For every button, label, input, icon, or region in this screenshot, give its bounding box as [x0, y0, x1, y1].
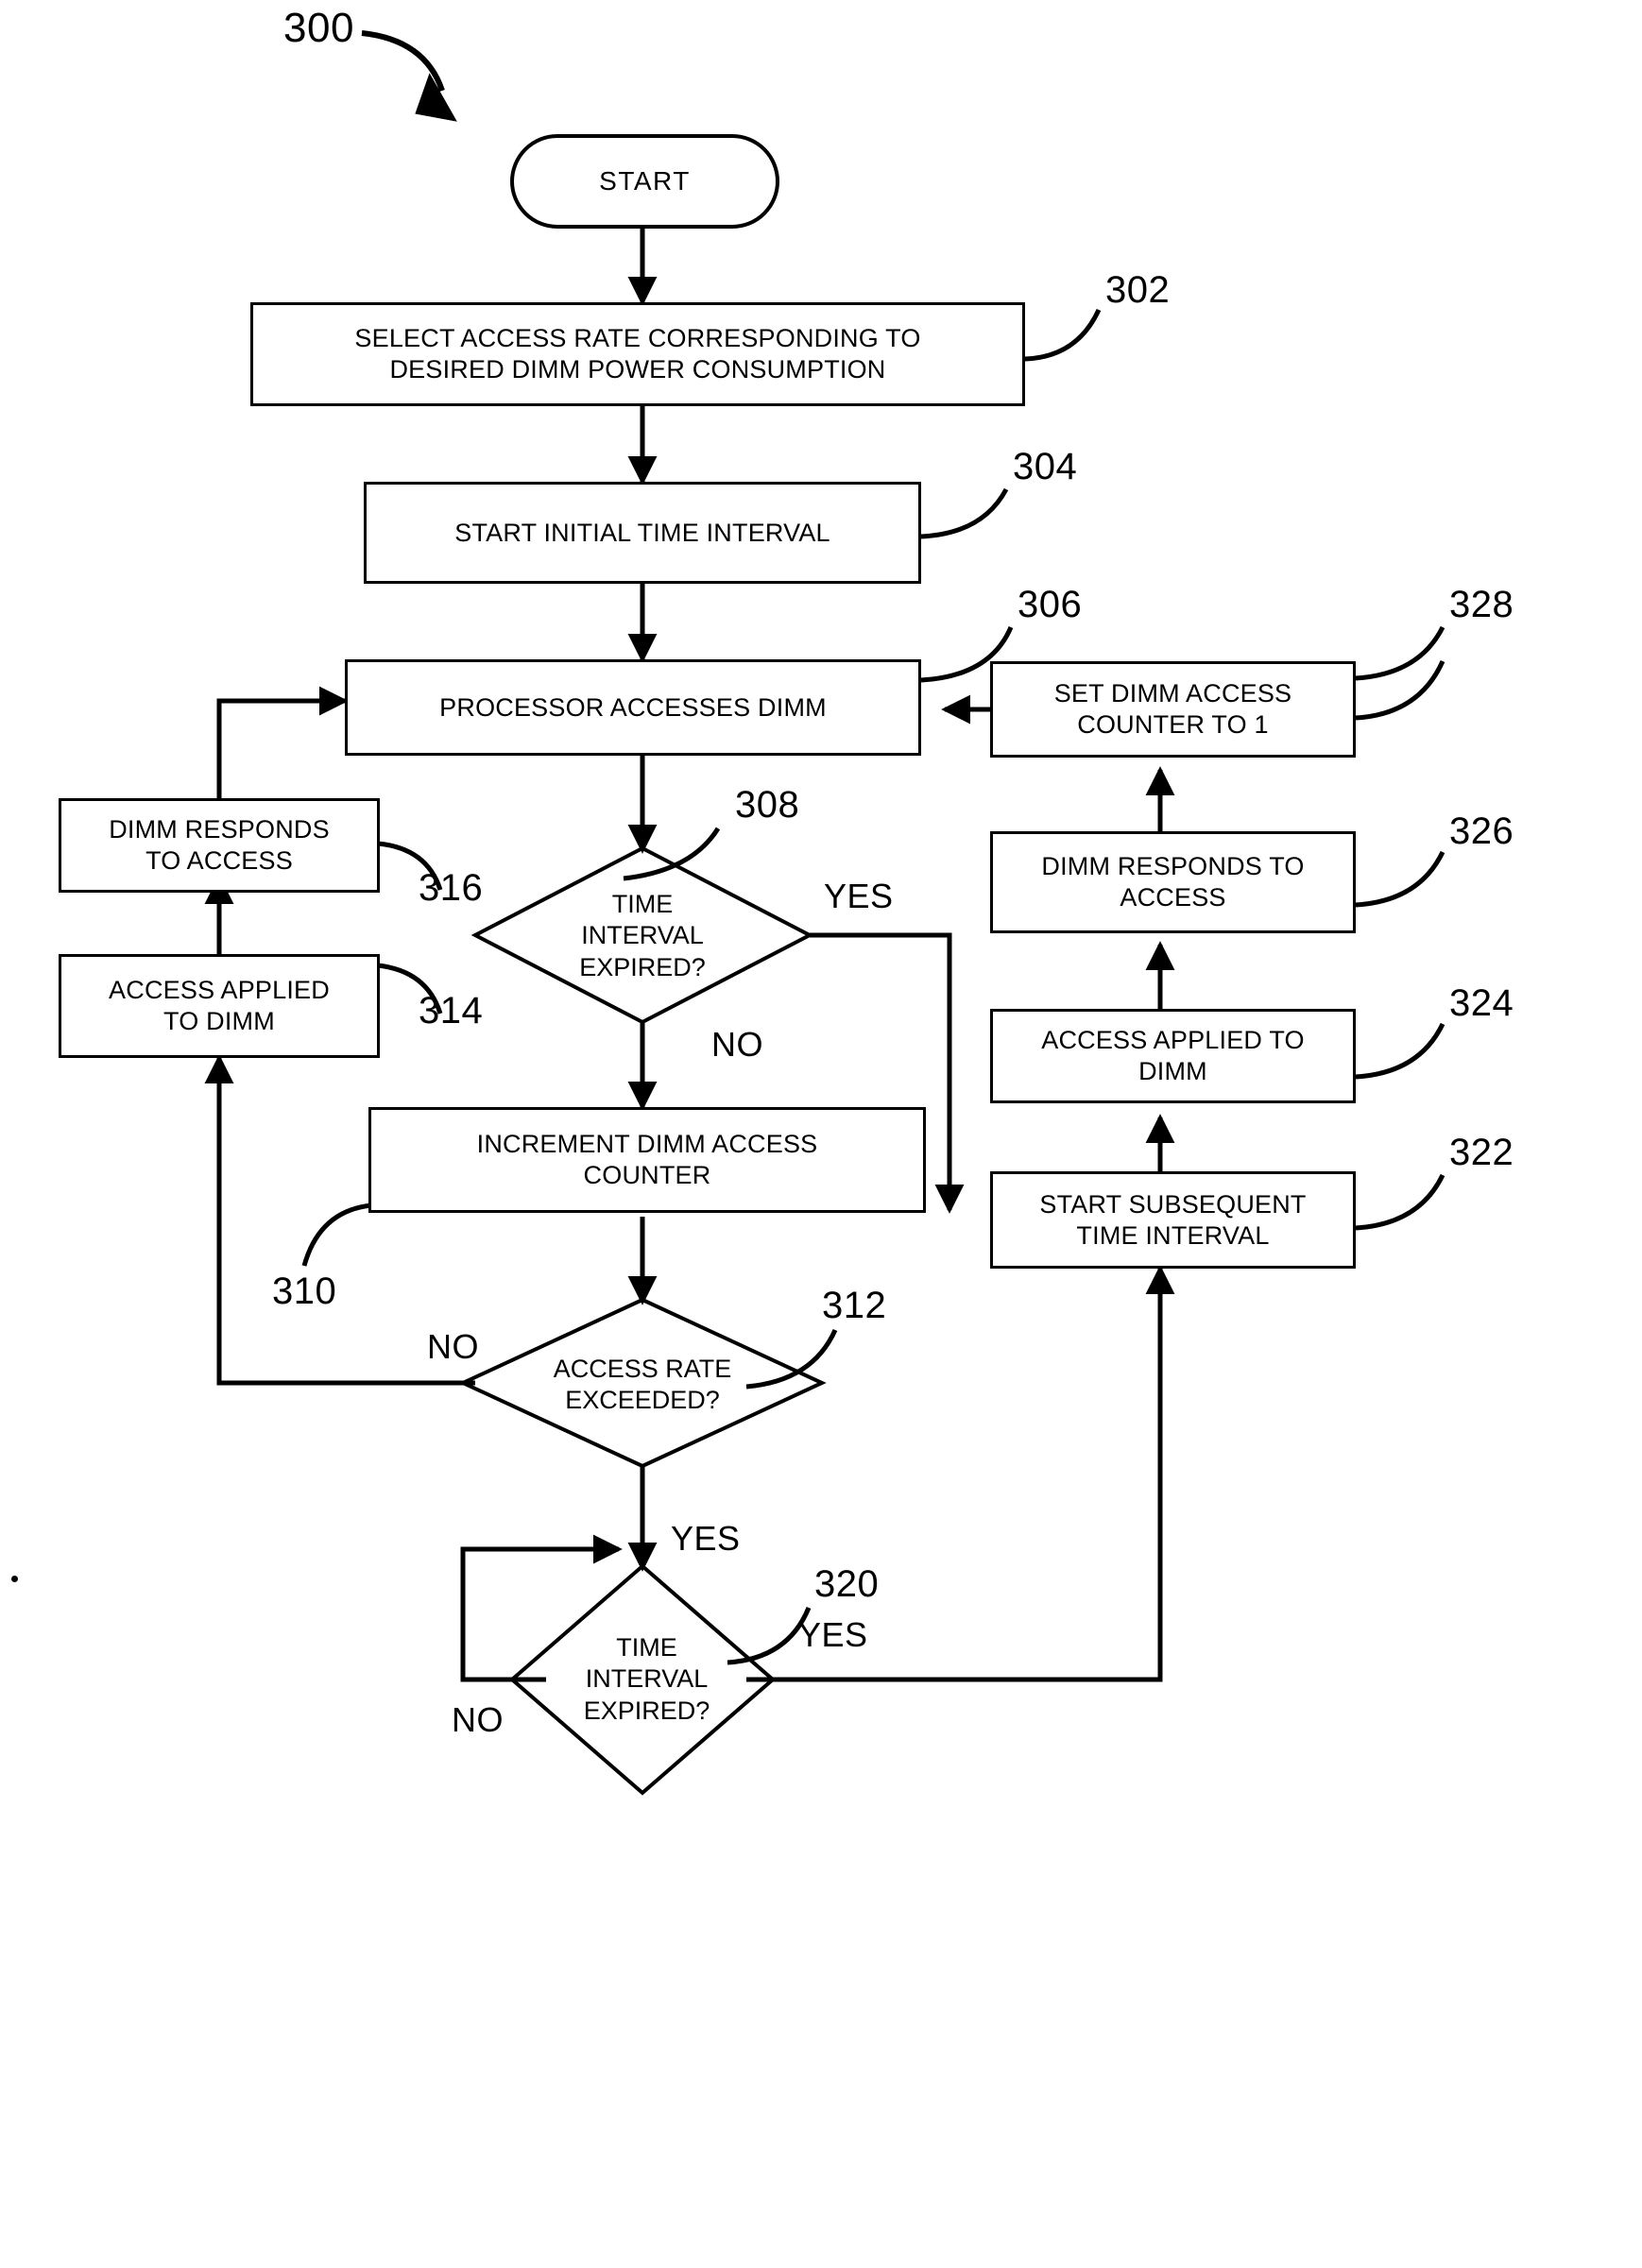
node-start-label: START [599, 166, 691, 196]
ref-302: 302 [1105, 269, 1171, 311]
node-302-line1: SELECT ACCESS RATE CORRESPONDING TO [354, 324, 921, 353]
patent-figure-page: 300 START SELECT ACCESS RATE CORRESPONDI… [0, 0, 1642, 2268]
node-access-applied-to-dimm-left: ACCESS APPLIED TO DIMM [59, 954, 380, 1058]
branch-308-yes: YES [824, 877, 894, 915]
node-dimm-responds-to-access-right: DIMM RESPONDS TO ACCESS [990, 831, 1356, 933]
node-processor-accesses-dimm: PROCESSOR ACCESSES DIMM [345, 659, 921, 756]
ref-312: 312 [822, 1285, 887, 1326]
ref-308: 308 [735, 784, 800, 826]
ref-306: 306 [1018, 584, 1083, 625]
branch-320-no: NO [452, 1700, 504, 1739]
node-322-line2: TIME INTERVAL [1076, 1220, 1270, 1250]
node-increment-dimm-access-counter: INCREMENT DIMM ACCESS COUNTER [368, 1107, 926, 1213]
branch-312-yes: YES [671, 1519, 741, 1558]
node-326-line1: DIMM RESPONDS TO [1041, 852, 1305, 881]
ref-328: 328 [1449, 584, 1514, 625]
node-dimm-responds-to-access-left: DIMM RESPONDS TO ACCESS [59, 798, 380, 893]
node-324-line2: DIMM [1138, 1057, 1207, 1085]
node-310-line1: INCREMENT DIMM ACCESS [476, 1130, 818, 1159]
ref-310: 310 [272, 1270, 337, 1312]
node-start-initial-time-interval: START INITIAL TIME INTERVAL [364, 482, 921, 584]
ref-320: 320 [814, 1563, 880, 1605]
figure-leader-arrowhead [415, 73, 457, 122]
node-select-access-rate: SELECT ACCESS RATE CORRESPONDING TO DESI… [250, 302, 1025, 406]
node-328-line1: SET DIMM ACCESS [1053, 679, 1292, 708]
node-316-line2: TO ACCESS [145, 846, 293, 875]
figure-number: 300 [283, 5, 354, 51]
node-316-line1: DIMM RESPONDS [109, 815, 330, 844]
ref-322: 322 [1449, 1132, 1514, 1173]
node-304-label: START INITIAL TIME INTERVAL [454, 518, 830, 547]
node-306-label: PROCESSOR ACCESSES DIMM [439, 692, 827, 722]
node-328-line2: COUNTER TO 1 [1077, 710, 1269, 739]
branch-320-yes: YES [798, 1615, 868, 1654]
branch-312-no: NO [427, 1327, 479, 1366]
node-access-applied-to-dimm-right: ACCESS APPLIED TO DIMM [990, 1009, 1356, 1103]
node-310-line2: COUNTER [583, 1161, 711, 1189]
ref-324: 324 [1449, 982, 1514, 1024]
branch-308-no: NO [711, 1025, 763, 1064]
node-start-subsequent-time-interval: START SUBSEQUENT TIME INTERVAL [990, 1171, 1356, 1269]
node-326-line2: ACCESS [1120, 883, 1226, 912]
page-artifact-dot [11, 1576, 18, 1582]
node-314-line1: ACCESS APPLIED [109, 976, 330, 1005]
node-324-line1: ACCESS APPLIED TO [1041, 1026, 1305, 1055]
ref-304: 304 [1013, 446, 1078, 487]
ref-314: 314 [419, 990, 484, 1032]
node-set-dimm-access-counter: SET DIMM ACCESS COUNTER TO 1 [990, 661, 1356, 758]
node-302-line2: DESIRED DIMM POWER CONSUMPTION [389, 355, 886, 384]
node-start: START [510, 134, 779, 229]
node-322-line1: START SUBSEQUENT [1039, 1189, 1307, 1219]
node-314-line2: TO DIMM [163, 1007, 275, 1035]
ref-316: 316 [419, 867, 484, 909]
ref-326: 326 [1449, 810, 1514, 852]
